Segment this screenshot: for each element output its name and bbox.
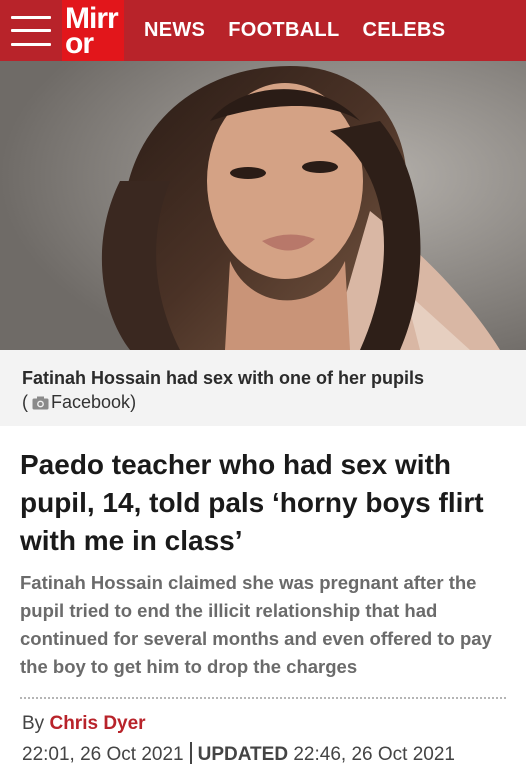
nav-football[interactable]: FOOTBALL — [228, 19, 339, 42]
credit-paren-close: ) — [130, 392, 137, 412]
site-header: Mirr or NEWS FOOTBALL CELEBS — [0, 0, 526, 61]
nav-news[interactable]: NEWS — [144, 19, 205, 42]
author-link[interactable]: Chris Dyer — [49, 713, 145, 734]
article-headline: Paedo teacher who had sex with pupil, 14… — [20, 449, 484, 556]
image-credit: ( Facebook ) — [22, 392, 136, 413]
main-nav: NEWS FOOTBALL CELEBS — [144, 19, 468, 42]
published-time: 22:01, 26 Oct 2021 — [22, 744, 184, 765]
byline: By Chris Dyer — [22, 713, 146, 735]
credit-paren-open: ( — [22, 392, 28, 412]
divider — [20, 697, 506, 699]
credit-source: Facebook — [51, 392, 131, 412]
menu-icon[interactable] — [11, 15, 51, 46]
byline-label: By — [22, 713, 45, 734]
logo-text-line2: or — [65, 26, 94, 60]
article-hero-image[interactable] — [0, 61, 526, 350]
updated-label: UPDATED — [197, 744, 289, 765]
nav-celebs[interactable]: CELEBS — [362, 19, 445, 42]
article-standfirst: Fatinah Hossain claimed she was pregnant… — [20, 572, 492, 677]
article-dates: 22:01, 26 Oct 2021 UPDATED 22:46, 26 Oct … — [22, 742, 455, 766]
date-separator — [189, 742, 192, 764]
camera-icon — [32, 396, 49, 409]
image-caption: Fatinah Hossain had sex with one of her … — [22, 368, 425, 388]
portrait-photo — [0, 61, 526, 350]
site-logo[interactable]: Mirr or — [62, 0, 124, 61]
updated-time: 22:46, 26 Oct 2021 — [293, 744, 455, 765]
